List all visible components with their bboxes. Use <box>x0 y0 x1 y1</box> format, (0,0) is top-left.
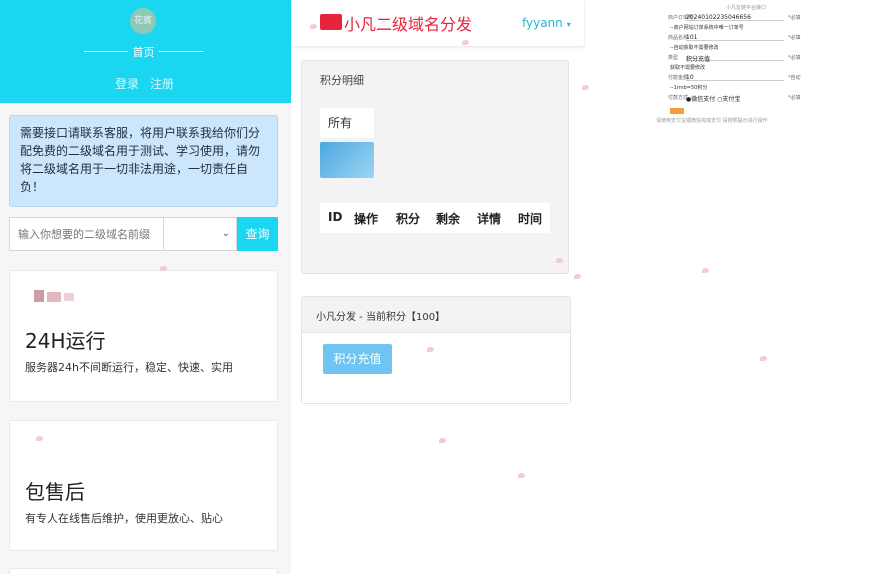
petal-decoration <box>160 266 167 271</box>
product-field[interactable]: 101 <box>686 34 784 41</box>
form-hint: --商户网站订单系统中唯一订单号 <box>656 24 804 32</box>
panel-title: 积分明细 <box>320 74 364 87</box>
hint-text: --1rmb=50积分 <box>670 85 708 91</box>
petal-decoration <box>760 356 767 361</box>
required-mark: *必填 <box>788 55 801 61</box>
form-hint: --自动获取不需要修改 <box>656 44 804 52</box>
domain-search: ⌄ 查询 <box>9 217 278 251</box>
register-link[interactable]: 注册 <box>150 75 174 92</box>
field-label: 付款金额 <box>668 75 689 81</box>
points-page: 小凡二级域名分发 fyyann ▾ 积分明细 所有 ID 操作 积分 剩余 详情 … <box>292 0 584 574</box>
recharge-button[interactable]: 积分充值 <box>323 344 392 374</box>
feature-title: 24H运行 <box>25 329 106 353</box>
domain-suffix-select[interactable]: ⌄ <box>163 217 237 251</box>
petal-decoration <box>439 438 446 443</box>
amount-field[interactable]: 10 <box>686 74 784 81</box>
hero-banner: 花賓 首页 登录 注册 <box>0 0 291 103</box>
feature-logo-icon <box>34 290 74 302</box>
filter-all-tab[interactable]: 所有 <box>320 108 374 138</box>
required-mark: *必填 <box>788 15 801 21</box>
form-hint: 获取不需要修改 <box>656 64 804 72</box>
brand-title[interactable]: 小凡二级域名分发 <box>344 11 472 35</box>
table-header: 积分 <box>396 212 421 226</box>
feature-title: 包售后 <box>25 480 85 504</box>
snippet-heading: 小凡友链平台接口 <box>726 5 767 11</box>
home-title: 首页 <box>132 46 155 59</box>
table-header: 操作 <box>354 212 379 226</box>
table-header: ID <box>328 210 343 224</box>
login-link[interactable]: 登录 <box>115 75 139 92</box>
table-header: 详情 <box>477 212 502 226</box>
notice-box: 需要接口请联系客服，将用户联系我给你们分配免费的二级域名用于测试、学习使用，请勿… <box>9 115 278 207</box>
petal-decoration <box>462 40 469 45</box>
subdomain-input[interactable] <box>9 217 163 251</box>
petal-decoration <box>427 347 434 352</box>
filter-image <box>320 142 374 178</box>
petal-decoration <box>574 274 581 279</box>
type-field[interactable]: 积分充值 <box>686 54 784 63</box>
top-navbar: 小凡二级域名分发 fyyann ▾ <box>292 0 584 46</box>
feature-desc: 服务器24h不间断运行，稳定、快速、实用 <box>25 361 233 374</box>
form-row: 类型 积分充值 *必填 <box>656 54 804 63</box>
petal-decoration <box>310 24 317 29</box>
form-row: 付款金额 10 *自动 <box>656 74 804 82</box>
site-avatar: 花賓 <box>130 8 156 34</box>
field-label: 付款方式 <box>668 95 689 101</box>
petal-decoration <box>36 436 43 441</box>
pay-method-radio[interactable]: ●微信支付 ○支付宝 <box>686 94 784 103</box>
petal-decoration <box>556 258 563 263</box>
table-header: 时间 <box>518 212 543 226</box>
required-mark: *自动 <box>788 75 801 81</box>
feature-card: 24H运行 服务器24h不间断运行，稳定、快速、实用 <box>9 270 278 402</box>
chevron-down-icon: ⌄ <box>221 228 230 239</box>
hint-text: 获取不需要修改 <box>670 65 706 71</box>
field-label: 类型 <box>668 55 679 61</box>
hint-text: --商户网站订单系统中唯一订单号 <box>670 25 744 31</box>
user-menu[interactable]: fyyann ▾ <box>522 16 571 30</box>
current-points: 小凡分发 - 当前积分【100】 <box>316 312 446 323</box>
hint-text: --自动获取不需要修改 <box>670 45 719 51</box>
username: fyyann <box>522 16 563 30</box>
order-no-field[interactable]: 20240102235046656 <box>686 14 784 21</box>
form-hint: --1rmb=50积分 <box>656 84 804 92</box>
points-table-header: ID 操作 积分 剩余 详情 时间 <box>320 203 550 233</box>
form-row: 商户订单号 20240102235046656 *必填 <box>656 14 804 22</box>
petal-decoration <box>518 473 525 478</box>
form-row: 商品名称 101 *必填 <box>656 34 804 42</box>
petal-decoration <box>702 268 709 273</box>
balance-panel: 小凡分发 - 当前积分【100】 积分充值 <box>301 296 571 404</box>
field-label: 商品名称 <box>668 35 689 41</box>
snippet-caption: 请使用支付宝或微信完成支付 请按照提示进行操作 <box>656 118 768 124</box>
feature-card <box>9 568 278 574</box>
divider <box>84 51 128 52</box>
submit-button[interactable] <box>670 108 684 114</box>
brand-logo-icon <box>320 14 342 30</box>
caret-down-icon: ▾ <box>566 20 571 29</box>
balance-header: 小凡分发 - 当前积分【100】 <box>302 297 570 333</box>
petal-decoration <box>582 85 589 90</box>
mobile-home-panel: 花賓 首页 登录 注册 需要接口请联系客服，将用户联系我给你们分配免费的二级域名… <box>0 0 291 574</box>
form-row: 付款方式 ●微信支付 ○支付宝 *必填 <box>656 94 804 103</box>
table-header: 剩余 <box>436 212 461 226</box>
divider <box>159 51 203 52</box>
payment-form-snippet: 小凡友链平台接口 商户订单号 20240102235046656 *必填 --商… <box>656 4 804 124</box>
feature-desc: 有专人在线售后维护，使用更放心、贴心 <box>25 512 223 525</box>
query-button[interactable]: 查询 <box>237 217 278 251</box>
required-mark: *必填 <box>788 35 801 41</box>
feature-card: 包售后 有专人在线售后维护，使用更放心、贴心 <box>9 420 278 551</box>
required-mark: *必填 <box>788 95 801 101</box>
